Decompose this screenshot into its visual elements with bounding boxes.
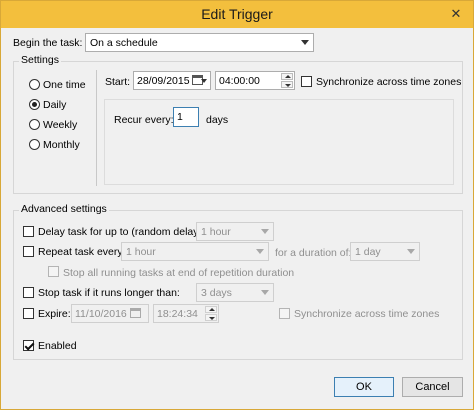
advanced-settings-group-label: Advanced settings [19, 203, 109, 215]
delay-task-label: Delay task for up to (random delay): [38, 226, 205, 238]
ok-button[interactable]: OK [334, 377, 394, 397]
start-date-value: 28/09/2015 [137, 75, 190, 87]
dialog-title: Edit Trigger [201, 6, 273, 22]
spin-up-icon[interactable] [205, 306, 217, 313]
expire-time-field[interactable]: 18:24:34 [153, 304, 219, 323]
repeat-task-label: Repeat task every: [38, 246, 126, 258]
recur-unit-label: days [206, 114, 229, 126]
edit-trigger-dialog: Edit Trigger ✕ Begin the task: On a sche… [0, 0, 474, 410]
delay-select[interactable]: 1 hour [196, 222, 274, 241]
start-time-field[interactable]: 04:00:00 [215, 71, 295, 90]
delay-task-checkbox[interactable] [23, 226, 34, 237]
expire-sync-timezones-label: Synchronize across time zones [294, 308, 440, 320]
radio-monthly-label: Monthly [43, 139, 80, 151]
radio-daily[interactable] [29, 99, 40, 110]
start-time-spinner[interactable] [281, 73, 293, 88]
enabled-label: Enabled [38, 340, 77, 352]
expire-time-value: 18:24:34 [157, 308, 198, 320]
radio-monthly[interactable] [29, 139, 40, 150]
radio-daily-label: Daily [43, 99, 67, 111]
settings-divider [96, 70, 97, 186]
cancel-button[interactable]: Cancel [402, 377, 463, 397]
spin-down-icon[interactable] [205, 314, 217, 321]
title-bar: Edit Trigger ✕ [1, 1, 473, 28]
begin-task-value: On a schedule [90, 37, 158, 49]
enabled-checkbox[interactable] [23, 340, 34, 351]
spin-up-icon[interactable] [281, 73, 293, 80]
expire-date-value: 11/10/2016 [75, 308, 127, 320]
stop-if-longer-checkbox[interactable] [23, 287, 34, 298]
chevron-down-icon [407, 249, 415, 254]
expire-label: Expire: [38, 308, 71, 320]
expire-time-spinner[interactable] [205, 306, 217, 321]
start-date-picker[interactable]: 28/09/2015 [133, 71, 211, 90]
repeat-task-checkbox[interactable] [23, 246, 34, 257]
chevron-down-icon [261, 229, 269, 234]
radio-one-time[interactable] [29, 79, 40, 90]
stop-if-longer-label: Stop task if it runs longer than: [38, 287, 180, 299]
begin-task-label: Begin the task: [13, 37, 83, 49]
radio-one-time-label: One time [43, 79, 86, 91]
chevron-down-icon [201, 79, 207, 83]
expire-date-picker[interactable]: 11/10/2016 [71, 304, 149, 323]
chevron-down-icon [301, 40, 309, 45]
radio-weekly-label: Weekly [43, 119, 78, 131]
calendar-icon[interactable] [130, 308, 141, 318]
repeat-interval-value: 1 hour [126, 246, 156, 258]
radio-weekly[interactable] [29, 119, 40, 130]
stop-running-tasks-label: Stop all running tasks at end of repetit… [63, 267, 295, 279]
start-time-value: 04:00:00 [219, 75, 260, 87]
begin-task-select[interactable]: On a schedule [85, 33, 314, 52]
recur-every-value: 1 [177, 111, 183, 123]
recur-every-label: Recur every: [114, 114, 174, 126]
repeat-interval-select[interactable]: 1 hour [121, 242, 269, 261]
duration-select[interactable]: 1 day [350, 242, 420, 261]
settings-group-label: Settings [19, 54, 61, 66]
expire-sync-timezones-checkbox[interactable] [279, 308, 290, 319]
recur-every-input[interactable]: 1 [173, 107, 199, 127]
spin-down-icon[interactable] [281, 81, 293, 88]
sync-timezones-label: Synchronize across time zones [316, 76, 462, 88]
stop-running-tasks-checkbox[interactable] [48, 266, 59, 277]
stop-if-longer-select[interactable]: 3 days [196, 283, 274, 302]
duration-label: for a duration of: [275, 247, 352, 259]
duration-value: 1 day [355, 246, 381, 258]
chevron-down-icon [261, 290, 269, 295]
start-label: Start: [105, 76, 131, 88]
delay-value: 1 hour [201, 226, 231, 238]
expire-checkbox[interactable] [23, 308, 34, 319]
recurrence-panel [104, 99, 454, 185]
close-icon[interactable]: ✕ [445, 5, 467, 23]
stop-if-longer-value: 3 days [201, 287, 232, 299]
sync-timezones-checkbox[interactable] [301, 76, 312, 87]
chevron-down-icon [256, 249, 264, 254]
